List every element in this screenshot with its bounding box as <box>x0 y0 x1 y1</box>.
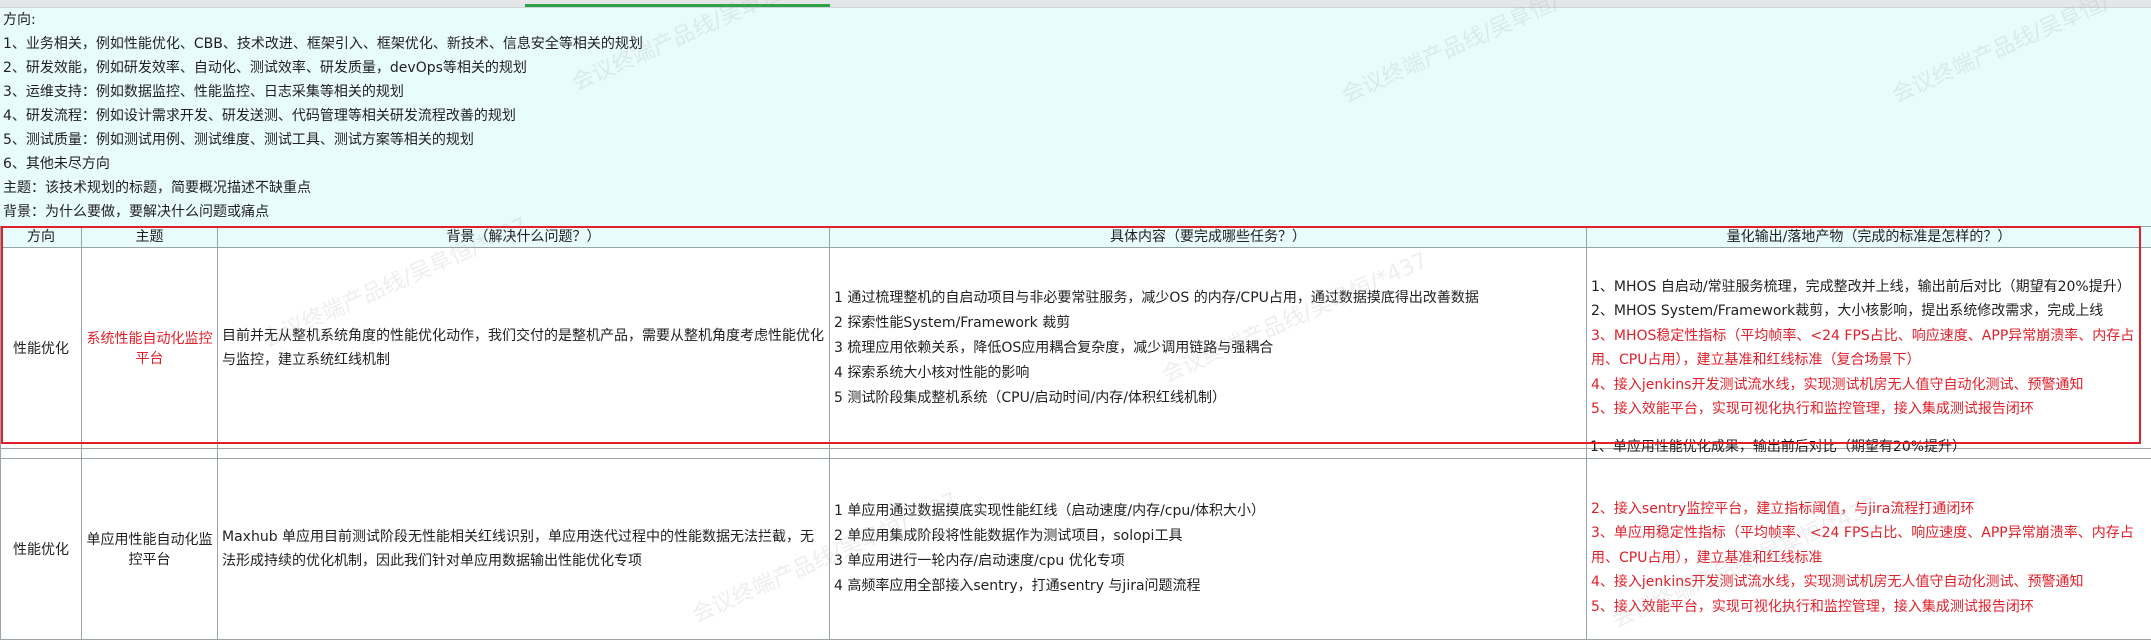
cell-content[interactable]: 1 单应用通过数据摸底实现性能红线（启动速度/内存/cpu/体积大小） 2 单应… <box>830 459 1587 640</box>
intro-line: 2、研发效能，例如研发效率、自动化、测试效率、研发质量，devOps等相关的规划 <box>3 56 527 80</box>
header-topic[interactable]: 主题 <box>82 227 218 248</box>
content-item: 2 单应用集成阶段将性能数据作为测试项目，solopi工具 <box>834 524 1582 549</box>
intro-line: 方向: <box>3 8 36 32</box>
active-sheet-tab-indicator[interactable] <box>525 4 830 7</box>
output-item: 1、MHOS 自启动/常驻服务梳理，完成整改并上线，输出前后对比（期望有20%提… <box>1591 275 2147 300</box>
header-background[interactable]: 背景（解决什么问题？） <box>218 227 830 248</box>
cell-direction[interactable]: 性能优化 <box>1 248 82 449</box>
content-item: 2 探索性能System/Framework 裁剪 <box>834 311 1582 336</box>
empty-cell[interactable] <box>1 449 82 459</box>
content-item: 5 测试阶段集成整机系统（CPU/启动时间/内存/体积红线机制） <box>834 386 1582 411</box>
empty-cell[interactable] <box>830 449 1587 459</box>
header-direction[interactable]: 方向 <box>1 227 82 248</box>
content-item: 4 探索系统大小核对性能的影响 <box>834 361 1582 386</box>
header-content[interactable]: 具体内容（要完成哪些任务？） <box>830 227 1587 248</box>
empty-cell[interactable] <box>82 449 218 459</box>
intro-line: 背景：为什么要做，要解决什么问题或痛点 <box>3 200 269 224</box>
output-item: 3、MHOS稳定性指标（平均帧率、<24 FPS占比、响应速度、APP异常崩溃率… <box>1591 324 2147 373</box>
cell-output[interactable]: 2、接入sentry监控平台，建立指标阈值，与jira流程打通闭环 3、单应用稳… <box>1587 459 2151 640</box>
cell-topic[interactable]: 系统性能自动化监控平台 <box>82 248 218 449</box>
intro-line: 主题：该技术规划的标题，简要概况描述不缺重点 <box>3 176 311 200</box>
cell-output[interactable]: 1、MHOS 自启动/常驻服务梳理，完成整改并上线，输出前后对比（期望有20%提… <box>1587 248 2151 449</box>
output-item: 2、MHOS System/Framework裁剪，大小核影响，提出系统修改需求… <box>1591 299 2147 324</box>
cell-topic[interactable]: 单应用性能自动化监控平台 <box>82 459 218 640</box>
output-item: 4、接入jenkins开发测试流水线，实现测试机房无人值守自动化测试、预警通知 <box>1591 373 2147 398</box>
cell-direction[interactable]: 性能优化 <box>1 459 82 640</box>
instructions-panel: 方向: 1、业务相关，例如性能优化、CBB、技术改进、框架引入、框架优化、新技术… <box>0 8 2151 226</box>
intro-line: 4、研发流程：例如设计需求开发、研发送测、代码管理等相关研发流程改善的规划 <box>3 104 516 128</box>
table-row: 性能优化 单应用性能自动化监控平台 Maxhub 单应用目前测试阶段无性能相关红… <box>1 459 2151 640</box>
content-item: 3 单应用进行一轮内存/启动速度/cpu 优化专项 <box>834 549 1582 574</box>
cell-background[interactable]: 目前并无从整机系统角度的性能优化动作，我们交付的是整机产品，需要从整机角度考虑性… <box>218 248 830 449</box>
intro-line: 5、测试质量：例如测试用例、测试维度、测试工具、测试方案等相关的规划 <box>3 128 474 152</box>
intro-line: 3、运维支持：例如数据监控、性能监控、日志采集等相关的规划 <box>3 80 404 104</box>
output-item: 5、接入效能平台，实现可视化执行和监控管理，接入集成测试报告闭环 <box>1591 397 2147 422</box>
output-item: 5、接入效能平台，实现可视化执行和监控管理，接入集成测试报告闭环 <box>1591 595 2147 620</box>
sheet-tab-strip <box>0 0 2151 8</box>
output-item-clipped: 1、单应用性能优化成果，输出前后对比（期望有20%提升） <box>1590 437 1966 457</box>
output-item: 3、单应用稳定性指标（平均帧率、<24 FPS占比、响应速度、APP异常崩溃率、… <box>1591 521 2147 570</box>
table-header-row: 方向 主题 背景（解决什么问题？） 具体内容（要完成哪些任务？） 量化输出/落地… <box>1 227 2151 248</box>
content-item: 3 梳理应用依赖关系，降低OS应用耦合复杂度，减少调用链路与强耦合 <box>834 336 1582 361</box>
content-item: 4 高频率应用全部接入sentry，打通sentry 与jira问题流程 <box>834 574 1582 599</box>
planning-table: 方向 主题 背景（解决什么问题？） 具体内容（要完成哪些任务？） 量化输出/落地… <box>0 226 2151 640</box>
content-item: 1 单应用通过数据摸底实现性能红线（启动速度/内存/cpu/体积大小） <box>834 499 1582 524</box>
content-item: 1 通过梳理整机的自启动项目与非必要常驻服务，减少OS 的内存/CPU占用，通过… <box>834 286 1582 311</box>
intro-line: 6、其他未尽方向 <box>3 152 110 176</box>
cell-background[interactable]: Maxhub 单应用目前测试阶段无性能相关红线识别，单应用迭代过程中的性能数据无… <box>218 459 830 640</box>
empty-cell[interactable] <box>218 449 830 459</box>
intro-line: 1、业务相关，例如性能优化、CBB、技术改进、框架引入、框架优化、新技术、信息安… <box>3 32 643 56</box>
table-row: 性能优化 系统性能自动化监控平台 目前并无从整机系统角度的性能优化动作，我们交付… <box>1 248 2151 449</box>
output-item: 4、接入jenkins开发测试流水线，实现测试机房无人值守自动化测试、预警通知 <box>1591 570 2147 595</box>
output-item: 2、接入sentry监控平台，建立指标阈值，与jira流程打通闭环 <box>1591 497 2147 522</box>
header-output[interactable]: 量化输出/落地产物（完成的标准是怎样的？） <box>1587 227 2151 248</box>
cell-content[interactable]: 1 通过梳理整机的自启动项目与非必要常驻服务，减少OS 的内存/CPU占用，通过… <box>830 248 1587 449</box>
